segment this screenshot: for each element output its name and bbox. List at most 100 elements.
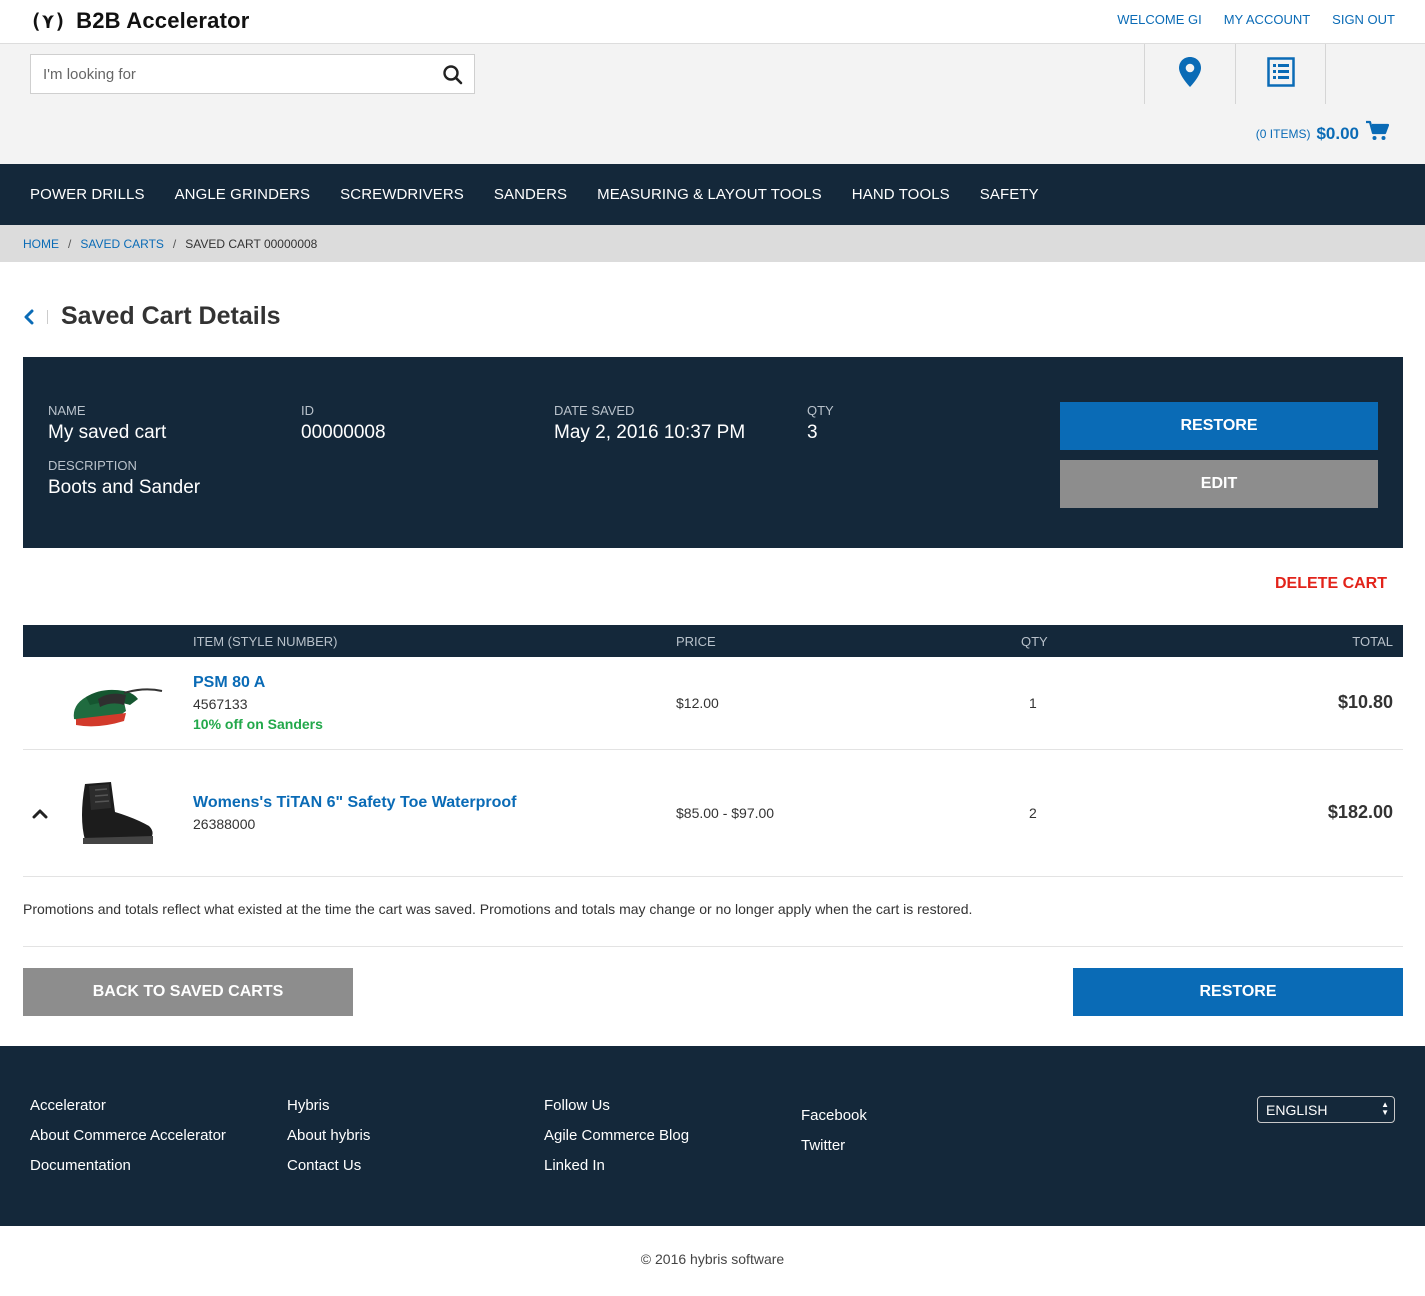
restore-button-bottom[interactable]: RESTORE (1073, 968, 1403, 1016)
footer-column-accelerator: Accelerator About Commerce Accelerator D… (30, 1096, 226, 1175)
footer-link[interactable]: Documentation (30, 1156, 226, 1175)
footer-link[interactable]: Agile Commerce Blog (544, 1126, 689, 1145)
nav-item-sanders[interactable]: SANDERS (494, 186, 567, 203)
table-row: PSM 80 A 4567133 10% off on Sanders $12.… (23, 657, 1403, 750)
quick-order-list-icon (1266, 56, 1295, 92)
product-total: $182.00 (1327, 802, 1393, 822)
product-name-link[interactable]: Womens's TiTAN 6" Safety Toe Waterproof (193, 794, 516, 812)
copyright: © 2016 hybris software (640, 1251, 785, 1267)
search-box (30, 54, 475, 94)
cart-description-label: DESCRIPTION (48, 458, 137, 473)
mini-cart-items: (0 ITEMS) (1255, 126, 1311, 141)
header-total: TOTAL (1352, 634, 1393, 649)
product-qty: 2 (1029, 805, 1037, 821)
nav-item-screwdrivers[interactable]: SCREWDRIVERS (340, 186, 464, 203)
chevron-up-icon[interactable] (32, 807, 48, 819)
product-price: $85.00 - $97.00 (676, 805, 775, 821)
top-bar: (⋎) B2B Accelerator WELCOME GI MY ACCOUN… (0, 0, 1425, 44)
product-sku: 26388000 (193, 816, 256, 832)
site-footer: Accelerator About Commerce Accelerator D… (0, 1046, 1425, 1226)
header-qty: QTY (1021, 634, 1048, 649)
logo-mark-icon: (⋎) (30, 9, 67, 33)
footer-link[interactable]: About Commerce Accelerator (30, 1126, 226, 1145)
promotions-note: Promotions and totals reflect what exist… (23, 901, 973, 917)
search-icon[interactable] (442, 64, 464, 86)
mini-cart-total: $0.00 (1316, 123, 1359, 143)
cart-name-value: My saved cart (48, 422, 167, 443)
category-nav: POWER DRILLS ANGLE GRINDERS SCREWDRIVERS… (0, 164, 1425, 225)
breadcrumb-saved-carts[interactable]: SAVED CARTS (80, 237, 164, 251)
delete-cart-button[interactable]: DELETE CART (1275, 575, 1387, 593)
footer-heading: Hybris (287, 1097, 330, 1114)
language-selected-value: ENGLISH (1266, 1102, 1328, 1118)
location-pin-icon (1177, 56, 1203, 93)
product-price: $12.00 (676, 695, 719, 711)
nav-item-hand-tools[interactable]: HAND TOOLS (852, 186, 950, 203)
page-title: Saved Cart Details (61, 302, 281, 330)
product-qty: 1 (1029, 695, 1037, 711)
cart-id-field: ID 00000008 (301, 403, 386, 444)
welcome-link[interactable]: WELCOME GI (1117, 12, 1202, 27)
store-finder-button[interactable] (1144, 44, 1235, 104)
language-select[interactable]: ENGLISH ▲ ▼ (1257, 1096, 1395, 1123)
header-item: ITEM (STYLE NUMBER) (193, 634, 338, 649)
cart-qty-label: QTY (807, 403, 834, 418)
footer-column-follow-us: Follow Us Agile Commerce Blog Linked In (544, 1096, 689, 1175)
footer-link[interactable]: About hybris (287, 1126, 370, 1145)
product-promotion: 10% off on Sanders (193, 716, 323, 732)
footer-column-social: Facebook Twitter (801, 1106, 867, 1155)
divider (23, 946, 1403, 947)
site-logo[interactable]: (⋎) B2B Accelerator (30, 8, 250, 34)
nav-item-angle-grinders[interactable]: ANGLE GRINDERS (175, 186, 311, 203)
cart-qty-field: QTY 3 (807, 403, 834, 444)
boot-product-image[interactable] (75, 778, 157, 853)
cart-date-field: DATE SAVED May 2, 2016 10:37 PM (554, 403, 745, 444)
cart-icon (1365, 120, 1390, 147)
restore-button[interactable]: RESTORE (1060, 402, 1378, 450)
cart-id-value: 00000008 (301, 422, 386, 443)
breadcrumb-separator: / (172, 236, 177, 251)
nav-item-measuring-layout-tools[interactable]: MEASURING & LAYOUT TOOLS (597, 186, 822, 203)
nav-item-power-drills[interactable]: POWER DRILLS (30, 186, 145, 203)
cart-name-label: NAME (48, 403, 86, 418)
cart-qty-value: 3 (807, 422, 818, 443)
product-name-link[interactable]: PSM 80 A (193, 674, 265, 692)
search-input[interactable] (31, 55, 421, 93)
edit-button[interactable]: EDIT (1060, 460, 1378, 508)
footer-link[interactable]: Contact Us (287, 1156, 370, 1175)
back-to-saved-carts-button[interactable]: BACK TO SAVED CARTS (23, 968, 353, 1016)
mini-cart[interactable]: (0 ITEMS) $0.00 (1255, 120, 1390, 147)
my-account-link[interactable]: MY ACCOUNT (1224, 12, 1310, 27)
back-chevron-icon[interactable] (23, 307, 37, 327)
footer-column-hybris: Hybris About hybris Contact Us (287, 1096, 370, 1175)
breadcrumb: HOME / SAVED CARTS / SAVED CART 00000008 (0, 225, 1425, 262)
sander-product-image[interactable] (68, 675, 166, 736)
cart-description-value: Boots and Sander (48, 477, 201, 498)
cart-description-field: DESCRIPTION Boots and Sander (48, 458, 200, 499)
table-row: Womens's TiTAN 6" Safety Toe Waterproof … (23, 750, 1403, 877)
breadcrumb-current: SAVED CART 00000008 (185, 236, 318, 251)
quick-order-button[interactable] (1235, 44, 1326, 104)
cart-date-label: DATE SAVED (554, 403, 635, 418)
logo-text: B2B Accelerator (76, 8, 250, 33)
cart-name-field: NAME My saved cart (48, 403, 166, 444)
product-total: $10.80 (1337, 692, 1393, 712)
footer-heading: Accelerator (30, 1097, 106, 1114)
footer-heading: Follow Us (544, 1097, 610, 1114)
table-header: ITEM (STYLE NUMBER) PRICE QTY TOTAL (23, 625, 1403, 657)
nav-item-safety[interactable]: SAFETY (980, 186, 1039, 203)
footer-link[interactable]: Linked In (544, 1156, 689, 1175)
footer-link[interactable]: Twitter (801, 1136, 867, 1155)
footer-link[interactable]: Facebook (801, 1106, 867, 1125)
title-divider (47, 309, 48, 324)
site-header: (⋎) B2B Accelerator WELCOME GI MY ACCOUN… (0, 0, 1425, 164)
sign-out-link[interactable]: SIGN OUT (1332, 12, 1395, 27)
product-sku: 4567133 (193, 696, 248, 712)
cart-details-panel: NAME My saved cart ID 00000008 DATE SAVE… (23, 357, 1403, 548)
select-arrows-icon: ▲ ▼ (1381, 1100, 1389, 1117)
page-title-row: Saved Cart Details (23, 302, 281, 331)
cart-id-label: ID (301, 403, 314, 418)
account-links: WELCOME GI MY ACCOUNT SIGN OUT (1117, 12, 1395, 27)
header-price: PRICE (676, 634, 716, 649)
breadcrumb-home[interactable]: HOME (23, 237, 59, 251)
